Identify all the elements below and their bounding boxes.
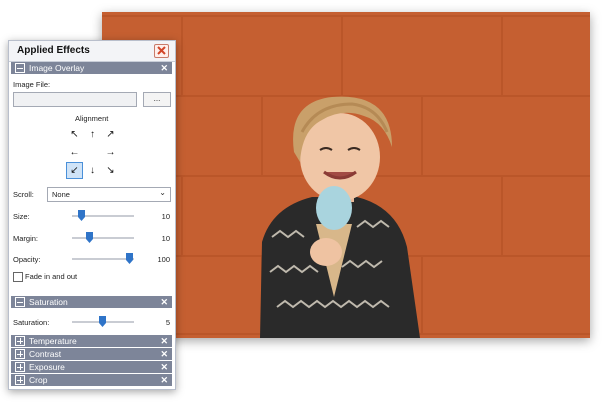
panel-title-bar: Applied Effects [9, 41, 175, 62]
align-center-button[interactable] [84, 144, 101, 161]
margin-value: 10 [161, 234, 170, 243]
alignment-grid: ↖ ↑ ↗ ← → ↙ ↓ ↘ [66, 126, 120, 180]
align-top-button[interactable]: ↑ [84, 126, 101, 143]
opacity-label: Opacity: [13, 255, 41, 264]
section-header-crop[interactable]: Crop ✕ [11, 374, 172, 386]
saturation-label: Saturation: [13, 318, 50, 327]
plus-icon[interactable] [15, 349, 25, 359]
minus-icon[interactable] [15, 63, 25, 73]
section-title-saturation: Saturation [29, 297, 68, 307]
align-left-button[interactable]: ← [66, 144, 83, 161]
chevron-down-icon: ⌄ [159, 188, 166, 197]
plus-icon[interactable] [15, 362, 25, 372]
align-top-left-button[interactable]: ↖ [66, 126, 83, 143]
opacity-slider-track[interactable] [72, 258, 134, 260]
section-title-contrast: Contrast [29, 349, 62, 359]
section-header-exposure[interactable]: Exposure ✕ [11, 361, 172, 373]
image-file-input[interactable] [13, 92, 137, 107]
minus-icon[interactable] [15, 297, 25, 307]
remove-effect-icon[interactable]: ✕ [160, 349, 168, 360]
align-right-button[interactable]: → [102, 144, 119, 161]
close-icon [157, 46, 166, 55]
section-header-temperature[interactable]: Temperature ✕ [11, 335, 172, 347]
remove-effect-icon[interactable]: ✕ [160, 297, 168, 308]
section-title-crop: Crop [29, 375, 48, 385]
fade-checkbox[interactable] [13, 272, 23, 282]
scroll-select-value: None [52, 190, 70, 199]
browse-button[interactable]: ... [143, 92, 171, 107]
scroll-select[interactable]: None ⌄ [47, 187, 171, 202]
align-bottom-right-button[interactable]: ↘ [102, 162, 119, 179]
saturation-value: 5 [165, 318, 170, 327]
remove-effect-icon[interactable]: ✕ [160, 336, 168, 347]
opacity-value: 100 [157, 255, 170, 264]
section-title-image-overlay: Image Overlay [29, 63, 85, 73]
section-title-exposure: Exposure [29, 362, 65, 372]
saturation-slider-thumb[interactable] [99, 316, 106, 327]
section-header-image-overlay[interactable]: Image Overlay ✕ [11, 62, 172, 74]
opacity-slider-thumb[interactable] [126, 253, 133, 264]
close-panel-button[interactable] [154, 44, 169, 58]
margin-slider-track[interactable] [72, 237, 134, 239]
alignment-label: Alignment [75, 114, 109, 123]
section-title-temperature: Temperature [29, 336, 77, 346]
margin-slider-thumb[interactable] [86, 232, 93, 243]
size-value: 10 [161, 212, 170, 221]
image-file-label: Image File: [13, 80, 51, 89]
plus-icon[interactable] [15, 336, 25, 346]
remove-effect-icon[interactable]: ✕ [160, 63, 168, 74]
applied-effects-panel: Applied Effects Image Overlay ✕ Image Fi… [8, 40, 176, 390]
section-header-contrast[interactable]: Contrast ✕ [11, 348, 172, 360]
margin-label: Margin: [13, 234, 39, 243]
size-slider-thumb[interactable] [78, 210, 85, 221]
panel-title: Applied Effects [17, 45, 90, 56]
size-label: Size: [13, 212, 30, 221]
remove-effect-icon[interactable]: ✕ [160, 362, 168, 373]
scroll-label: Scroll: [13, 190, 34, 199]
align-top-right-button[interactable]: ↗ [102, 126, 119, 143]
section-header-saturation[interactable]: Saturation ✕ [11, 296, 172, 308]
plus-icon[interactable] [15, 375, 25, 385]
fade-label: Fade in and out [25, 272, 78, 281]
align-bottom-left-button[interactable]: ↙ [66, 162, 83, 179]
align-bottom-button[interactable]: ↓ [84, 162, 101, 179]
remove-effect-icon[interactable]: ✕ [160, 375, 168, 386]
